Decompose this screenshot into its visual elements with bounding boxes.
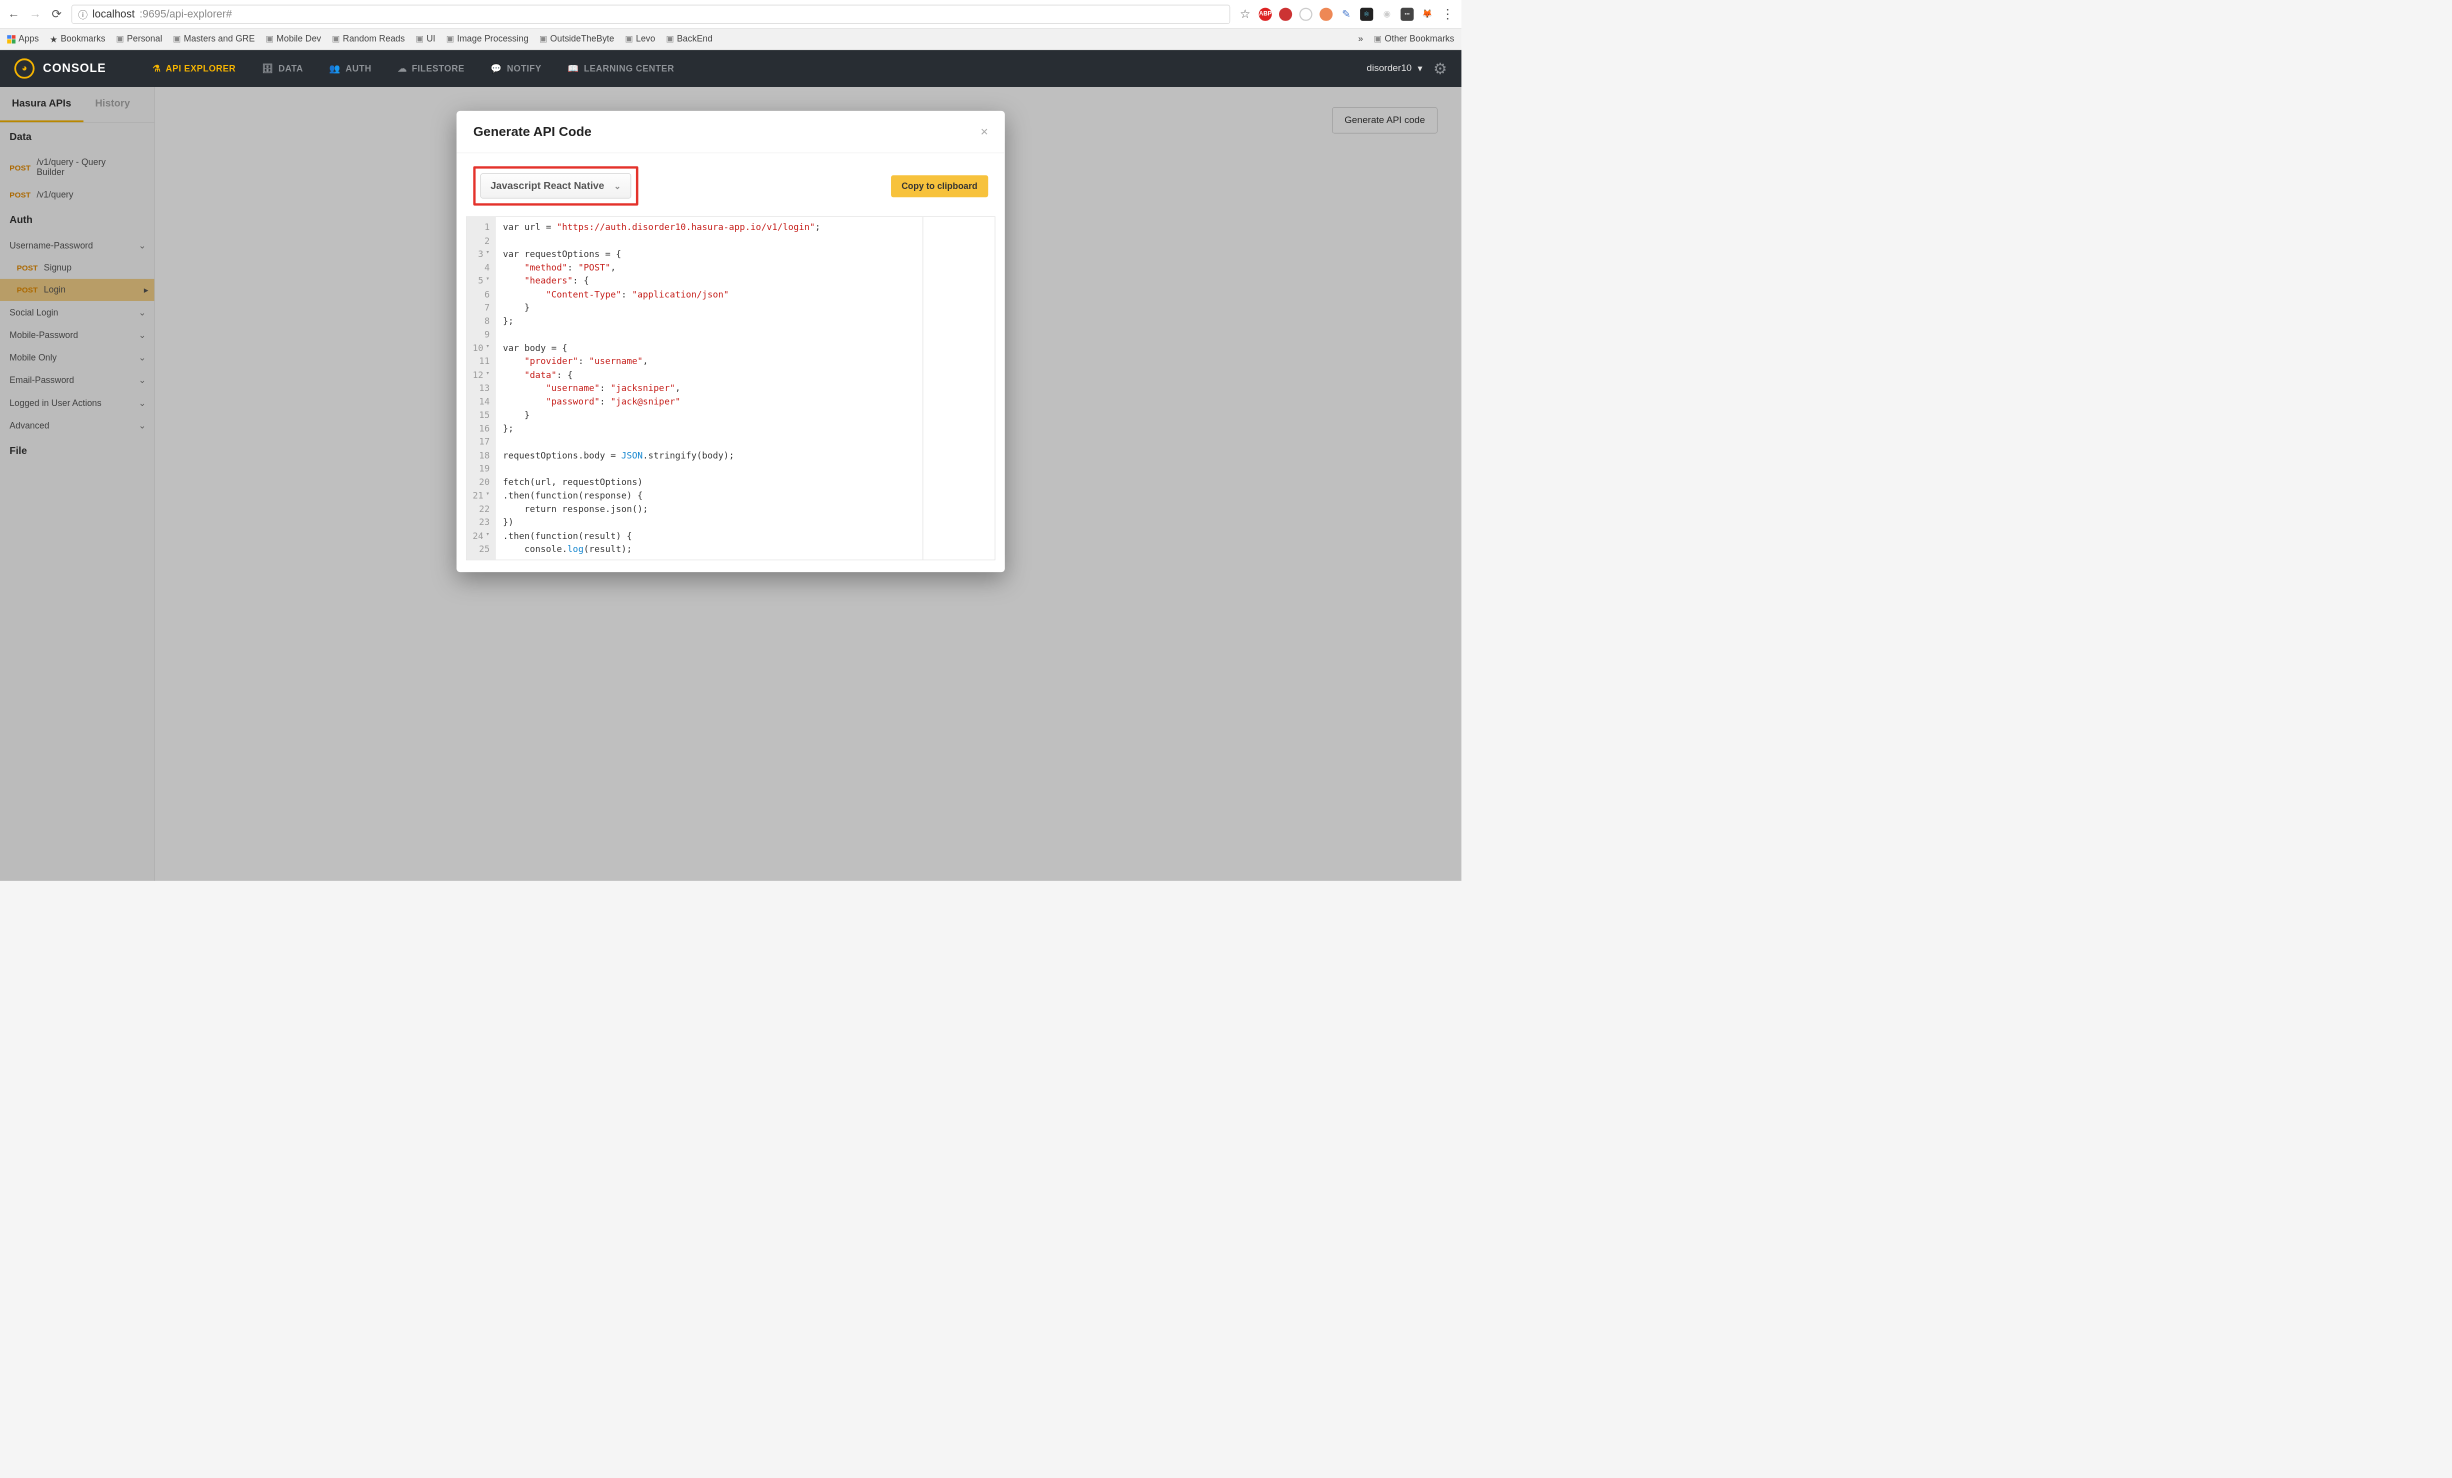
- language-select-highlight: Javascript React Native ⌄: [473, 166, 638, 205]
- bookmarks-folder[interactable]: ▣Personal: [116, 34, 162, 44]
- extension-icons: ☆ ABP ✎ ⚛ ◉ ••• 🦊 ⋮: [1238, 7, 1454, 20]
- nav-learning[interactable]: 📖LEARNING CENTER: [555, 50, 688, 87]
- database-icon: 🗄: [262, 63, 274, 74]
- chevron-down-icon: ▾: [1418, 63, 1423, 75]
- star-icon: ★: [50, 34, 58, 45]
- bookmarks-folder[interactable]: ▣Masters and GRE: [173, 34, 255, 44]
- reload-button[interactable]: ⟳: [50, 7, 63, 20]
- language-select[interactable]: Javascript React Native ⌄: [480, 173, 631, 198]
- nav-filestore[interactable]: ☁FILESTORE: [385, 50, 478, 87]
- folder-icon: ▣: [116, 34, 124, 44]
- book-icon: 📖: [568, 63, 579, 74]
- user-menu[interactable]: disorder10▾: [1367, 63, 1423, 75]
- nav-notify[interactable]: 💬NOTIFY: [478, 50, 555, 87]
- url-path: :9695/api-explorer#: [140, 8, 232, 21]
- code-editor[interactable]: 1 2 3▾ 4 5▾ 6 7 8 9 10▾ 11 12▾ 13 14 15 …: [466, 216, 995, 560]
- nav-auth[interactable]: 👥AUTH: [316, 50, 384, 87]
- users-icon: 👥: [329, 63, 340, 74]
- hasura-logo-icon: ◕: [14, 58, 34, 78]
- url-host: localhost: [92, 8, 134, 21]
- folder-icon: ▣: [173, 34, 181, 44]
- bookmarks-folder[interactable]: ▣BackEnd: [666, 34, 713, 44]
- bookmarks-folder[interactable]: ▣Image Processing: [446, 34, 528, 44]
- bookmarks-folder[interactable]: ▣Levo: [625, 34, 655, 44]
- extension-icon[interactable]: •••: [1401, 7, 1414, 20]
- back-button[interactable]: ←: [7, 7, 20, 20]
- language-select-value: Javascript React Native: [491, 180, 605, 192]
- apps-icon: [7, 35, 15, 43]
- other-bookmarks[interactable]: ▣Other Bookmarks: [1374, 34, 1454, 44]
- adblock-icon[interactable]: ABP: [1259, 7, 1272, 20]
- code-gutter: 1 2 3▾ 4 5▾ 6 7 8 9 10▾ 11 12▾ 13 14 15 …: [467, 217, 496, 559]
- close-icon[interactable]: ×: [981, 124, 989, 139]
- folder-icon: ▣: [1374, 34, 1382, 44]
- site-info-icon[interactable]: ⓘ: [78, 7, 88, 21]
- modal-title: Generate API Code: [473, 124, 591, 139]
- folder-icon: ▣: [332, 34, 340, 44]
- folder-icon: ▣: [266, 34, 274, 44]
- extension-icon[interactable]: ◉: [1380, 7, 1393, 20]
- modal-toolbar: Javascript React Native ⌄ Copy to clipbo…: [457, 153, 1005, 216]
- generate-api-code-modal: Generate API Code × Javascript React Nat…: [457, 111, 1005, 572]
- forward-button[interactable]: →: [29, 7, 42, 20]
- settings-gear-icon[interactable]: ⚙: [1433, 59, 1447, 77]
- console-brand: CONSOLE: [43, 62, 106, 76]
- folder-icon: ▣: [666, 34, 674, 44]
- extension-icon[interactable]: 🦊: [1421, 7, 1434, 20]
- folder-icon: ▣: [625, 34, 633, 44]
- bookmarks-folder[interactable]: ★Bookmarks: [50, 34, 106, 45]
- apps-shortcut[interactable]: Apps: [7, 34, 39, 44]
- chrome-menu-icon[interactable]: ⋮: [1441, 7, 1454, 20]
- nav-api-explorer[interactable]: ⚗API EXPLORER: [139, 50, 248, 87]
- chevron-down-icon: ⌄: [614, 181, 621, 191]
- folder-icon: ▣: [446, 34, 454, 44]
- nav-data[interactable]: 🗄DATA: [249, 50, 316, 87]
- bookmarks-overflow[interactable]: »: [1358, 34, 1363, 44]
- react-devtools-icon[interactable]: ⚛: [1360, 7, 1373, 20]
- chat-icon: 💬: [491, 63, 502, 74]
- browser-toolbar: ← → ⟳ ⓘ localhost :9695/api-explorer# ☆ A…: [0, 0, 1461, 29]
- extension-icon[interactable]: [1299, 7, 1312, 20]
- copy-to-clipboard-button[interactable]: Copy to clipboard: [891, 175, 988, 197]
- folder-icon: ▣: [416, 34, 424, 44]
- code-body[interactable]: var url = "https://auth.disorder10.hasur…: [496, 217, 924, 559]
- bookmarks-folder[interactable]: ▣Random Reads: [332, 34, 405, 44]
- address-bar[interactable]: ⓘ localhost :9695/api-explorer#: [72, 4, 1231, 23]
- flask-icon: ⚗: [153, 63, 161, 74]
- bookmarks-folder[interactable]: ▣OutsideTheByte: [539, 34, 614, 44]
- eyedropper-icon[interactable]: ✎: [1340, 7, 1353, 20]
- folder-icon: ▣: [539, 34, 547, 44]
- page-body: Hasura APIs History Data POST/v1/query -…: [0, 87, 1461, 881]
- extension-icon[interactable]: [1320, 7, 1333, 20]
- ublock-icon[interactable]: [1279, 7, 1292, 20]
- bookmark-star-icon[interactable]: ☆: [1238, 7, 1251, 20]
- bookmarks-folder[interactable]: ▣Mobile Dev: [266, 34, 322, 44]
- console-logo[interactable]: ◕ CONSOLE: [14, 58, 106, 78]
- cloud-icon: ☁: [398, 63, 407, 74]
- console-top-nav: ◕ CONSOLE ⚗API EXPLORER 🗄DATA 👥AUTH ☁FIL…: [0, 50, 1461, 87]
- modal-header: Generate API Code ×: [457, 111, 1005, 153]
- bookmarks-folder[interactable]: ▣UI: [416, 34, 436, 44]
- bookmarks-bar: Apps ★Bookmarks ▣Personal ▣Masters and G…: [0, 29, 1461, 50]
